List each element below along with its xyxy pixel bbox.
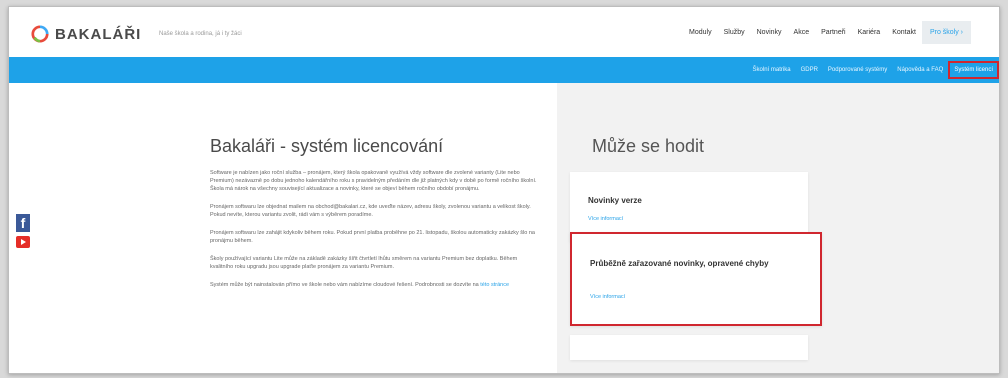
paragraph-text: Systém může být nainstalován přímo ve šk…	[210, 282, 479, 288]
more-info-link[interactable]: Více informací	[588, 216, 623, 222]
paragraph: Pronájem softwaru lze zahájit kdykoliv b…	[210, 230, 535, 244]
paragraph: Software je nabízen jako roční služba – …	[210, 170, 537, 192]
subnav-item-gdpr[interactable]: GDPR	[796, 67, 823, 73]
sidebar-title: Může se hodit	[592, 136, 705, 156]
nav-item-moduly[interactable]: Moduly	[683, 23, 718, 42]
logo-icon	[31, 25, 49, 43]
article-link[interactable]: této stránce	[480, 282, 509, 288]
paragraph-last: Systém může být nainstalován přímo ve šk…	[210, 281, 540, 289]
sub-nav-bar: Školní matrika GDPR Podporované systémy …	[9, 57, 999, 83]
tagline: Naše škola a rodina, já i ty žáci	[159, 31, 242, 37]
main-nav: Moduly Služby Novinky Akce Partneři Kari…	[683, 21, 971, 44]
nav-item-partneri[interactable]: Partneři	[815, 23, 852, 42]
info-card-highlighted[interactable]: Průběžně zařazované novinky, opravené ch…	[570, 232, 822, 326]
paragraph: Školy používající variantu Lite může na …	[210, 256, 518, 270]
more-info-link[interactable]: Více informací	[590, 294, 625, 300]
youtube-icon[interactable]	[16, 236, 30, 248]
nav-item-pro-skoly[interactable]: Pro školy ›	[921, 21, 971, 44]
logo-text: BAKALÁŘI	[55, 25, 142, 43]
nav-item-novinky[interactable]: Novinky	[751, 23, 788, 42]
subnav-item-system-licenci[interactable]: Systém licencí	[948, 61, 999, 79]
social-links: f	[16, 214, 30, 248]
facebook-icon[interactable]: f	[16, 214, 30, 232]
nav-item-kontakt[interactable]: Kontakt	[886, 23, 922, 42]
logo[interactable]: BAKALÁŘI	[31, 25, 141, 43]
subnav-item-skolni-matrika[interactable]: Školní matrika	[748, 67, 796, 73]
sub-nav: Školní matrika GDPR Podporované systémy …	[748, 57, 999, 83]
paragraph: Pronájem softwaru lze objednat mailem na…	[210, 204, 531, 218]
nav-item-sluzby[interactable]: Služby	[718, 23, 751, 42]
article: Bakaláři - systém licencování Software j…	[210, 136, 540, 299]
page-title: Bakaláři - systém licencování	[210, 136, 444, 156]
top-header: BAKALÁŘI Naše škola a rodina, já i ty žá…	[9, 7, 999, 57]
nav-item-akce[interactable]: Akce	[788, 23, 816, 42]
subnav-item-podporovane-systemy[interactable]: Podporované systémy	[823, 67, 892, 73]
card-title: Průběžně zařazované novinky, opravené ch…	[590, 259, 769, 268]
subnav-item-napoveda[interactable]: Nápověda a FAQ	[892, 67, 948, 73]
info-card-partial[interactable]	[570, 335, 808, 360]
card-title: Novinky verze	[588, 196, 642, 205]
nav-item-kariera[interactable]: Kariéra	[852, 23, 887, 42]
